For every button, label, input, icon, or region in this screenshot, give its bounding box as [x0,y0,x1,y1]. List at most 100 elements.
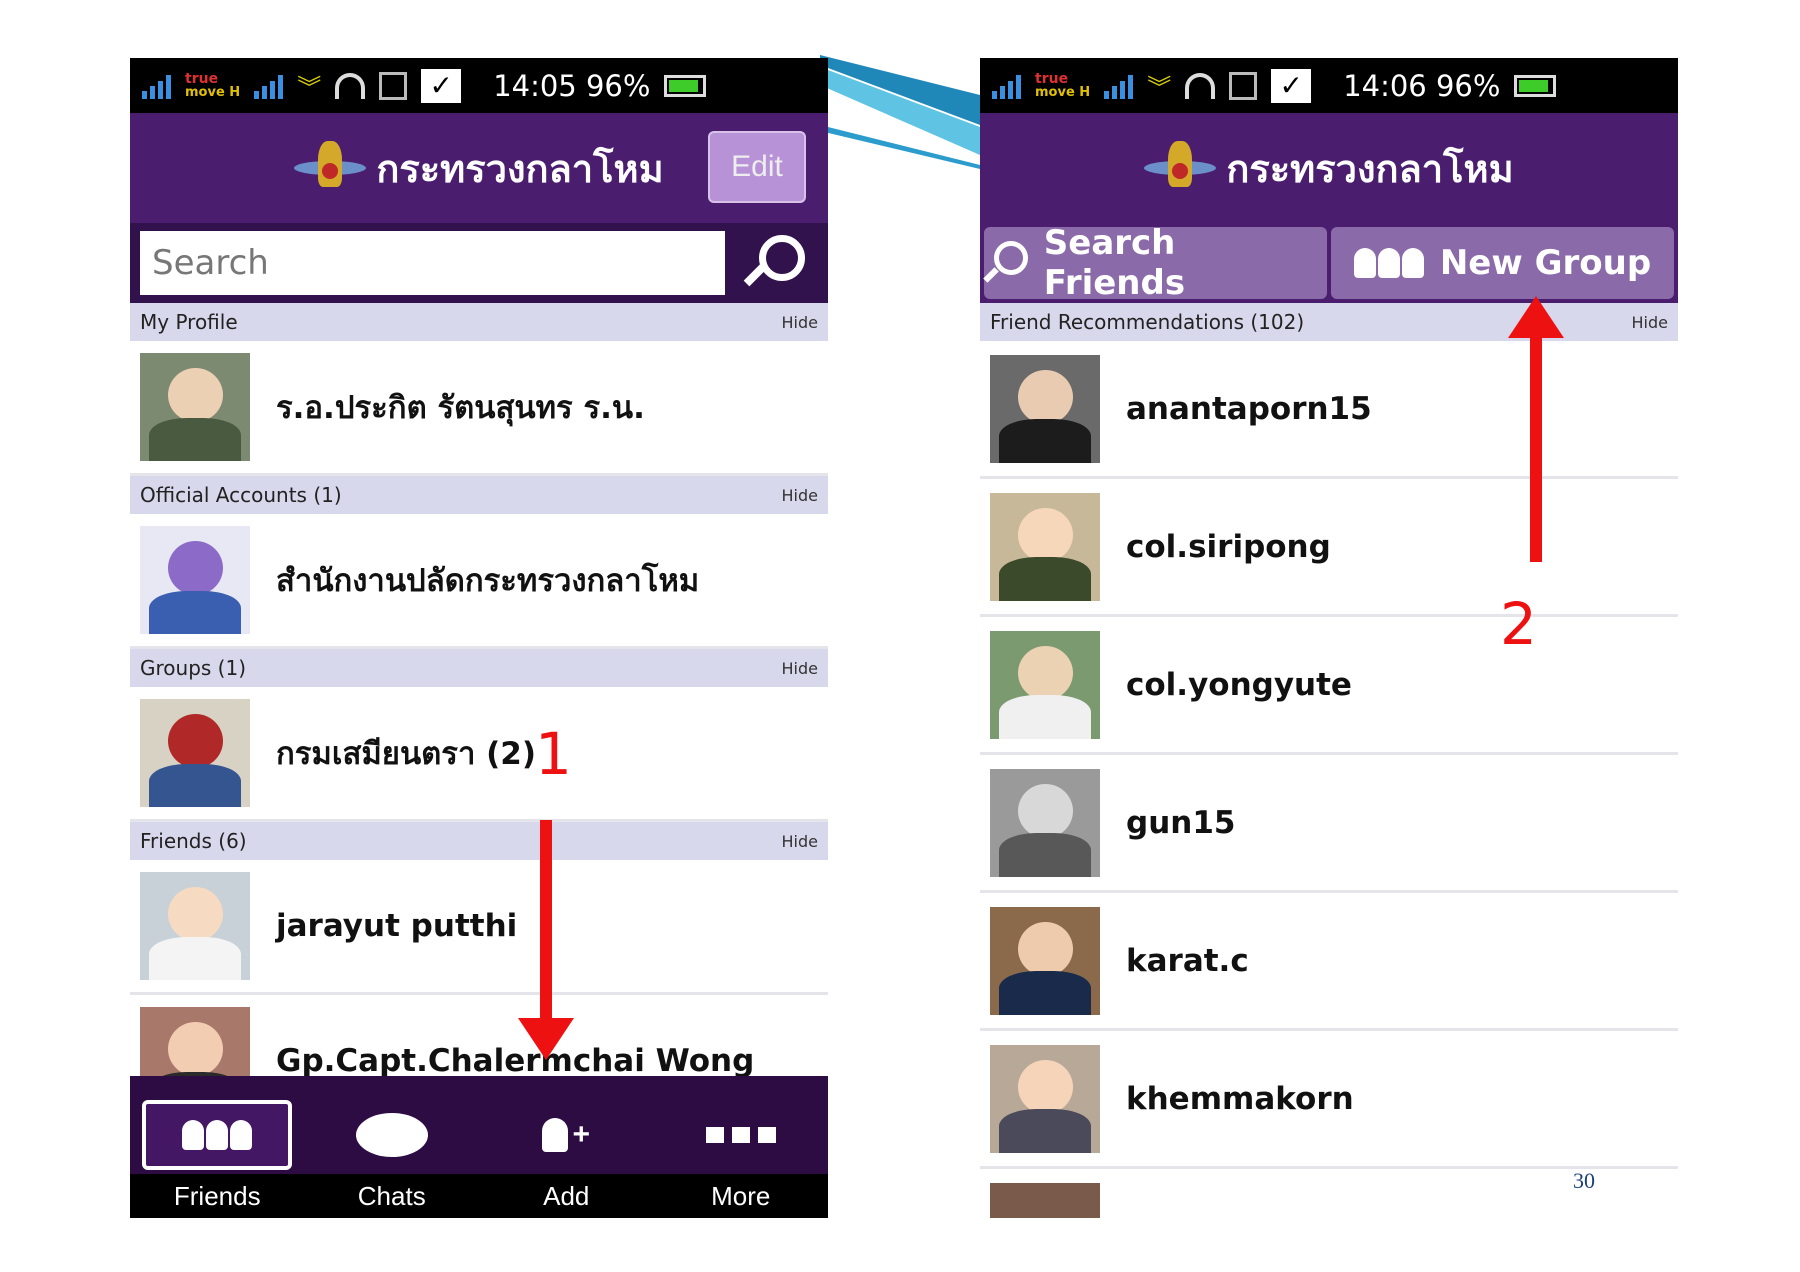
clock: 14:05 96% [493,69,650,103]
avatar [140,353,250,461]
friends-icon [142,1100,293,1170]
profile-name: ร.อ.ประกิต รัตนสุนทร ร.น. [276,390,645,426]
nav-label: Add [479,1174,654,1218]
hide-toggle[interactable]: Hide [782,313,818,332]
chat-bubble-icon [317,1100,467,1170]
official-account-row[interactable]: สำนักงานปลัดกระทรวงกลาโหม [130,514,828,649]
search-friends-label: Search Friends [1043,223,1186,303]
new-group-button[interactable]: New Group [1331,227,1674,299]
official-account-name: สำนักงานปลัดกระทรวงกลาโหม [276,563,700,599]
battery-percent: 96% [1435,68,1501,103]
page-number: 30 [1573,1168,1595,1193]
annotation-arrow-down [540,820,552,1020]
nav-chats[interactable]: Chats [304,1076,479,1218]
friend-name: gun15 [1126,804,1236,841]
bird-app-icon: ︾ [297,74,322,102]
battery-icon [664,74,707,97]
section-label: Official Accounts (1) [140,483,342,507]
time-value: 14:05 [493,68,577,103]
phone-screen-add-friends: true move H ︾ ✓ 14:06 96% กระทรวงกลาโหม S… [980,58,1678,1218]
header-title: กระทรวงกลาโหม [1226,148,1514,191]
friend-name: Gp.Capt.Chalermchai Wong [276,1043,755,1079]
section-label: Groups (1) [140,656,246,680]
gallery-icon [379,71,408,100]
hide-toggle[interactable]: Hide [782,832,818,851]
group-row[interactable]: กรมเสมียนตรา (2) [130,687,828,822]
annotation-arrowhead-down [518,1018,574,1060]
group-icon [1353,248,1424,278]
status-bar: true move H ︾ ✓ 14:05 96% [130,58,828,113]
search-icon [983,241,1028,285]
battery-icon [1514,74,1557,97]
ministry-logo: กระทรวงกลาโหม [294,133,664,203]
avatar [990,768,1100,877]
wifi-icon [1185,72,1216,99]
friend-name: anantaporn15 [1126,390,1372,427]
ministry-emblem-avatar [140,526,250,634]
section-my-profile: My Profile Hide [130,303,828,341]
signal-icon [992,73,1021,99]
ministry-logo: กระทรวงกลาโหม [1144,133,1514,203]
friend-name: jarayut putthi [276,908,518,944]
ministry-emblem-icon [1144,133,1217,203]
carrier-logo: true move H [185,72,241,100]
annotation-arrowhead-up [1508,296,1564,338]
hide-toggle[interactable]: Hide [782,659,818,678]
recommendation-row[interactable]: col.yongyute [980,617,1678,755]
section-groups: Groups (1) Hide [130,649,828,687]
group-emblem-avatar [140,699,250,807]
phone-screen-friends: true move H ︾ ✓ 14:05 96% กระทรวงกลาโหม E… [130,58,828,1218]
friend-name: col.yongyute [1126,666,1352,703]
recommendation-row[interactable]: khemmakorn [980,1031,1678,1169]
search-icon[interactable] [743,233,807,293]
avatar [990,492,1100,601]
recommendation-row[interactable]: gun15 [980,755,1678,893]
edit-button[interactable]: Edit [708,131,806,203]
section-friend-recommendations: Friend Recommendations (102) Hide [980,303,1678,341]
section-official-accounts: Official Accounts (1) Hide [130,476,828,514]
clock: 14:06 96% [1343,69,1500,103]
recommendation-row[interactable]: anantaporn15 [980,341,1678,479]
nav-label: Friends [130,1174,305,1218]
section-label: My Profile [140,310,238,334]
nav-more[interactable]: More [653,1076,828,1218]
avatar [990,1044,1100,1153]
search-input[interactable] [140,231,725,295]
section-friends: Friends (6) Hide [130,822,828,860]
ministry-emblem-icon [294,133,367,203]
avatar [990,1182,1100,1218]
friend-row[interactable]: jarayut putthi [130,860,828,995]
carrier-sub: move H [185,84,241,100]
add-friend-tabs: Search Friends New Group [980,223,1678,303]
avatar [140,872,250,980]
add-friend-icon: + [491,1100,641,1170]
wifi-icon [335,72,366,99]
time-value: 14:06 [1343,68,1427,103]
friend-name: karat.c [1126,942,1249,979]
hide-toggle[interactable]: Hide [1632,313,1668,332]
nav-add[interactable]: + Add [479,1076,654,1218]
avatar [990,354,1100,463]
friend-name: khemmakorn [1126,1080,1354,1117]
new-group-label: New Group [1439,243,1652,283]
bottom-navigation: Friends Chats + Add More [130,1076,828,1218]
recommendation-row[interactable]: karat.c [980,893,1678,1031]
hide-toggle[interactable]: Hide [782,486,818,505]
search-bar [130,223,828,303]
signal-icon [254,73,284,99]
section-label: Friend Recommendations (102) [990,310,1305,334]
search-friends-button[interactable]: Search Friends [983,223,1327,303]
group-name: กรมเสมียนตรา (2) [276,736,537,772]
avatar [990,906,1100,1015]
check-icon: ✓ [1271,68,1312,103]
signal-icon [1104,73,1134,99]
carrier-sub: move H [1035,84,1091,100]
nav-label: Chats [304,1174,479,1218]
recommendation-row[interactable]: col.siripong [980,479,1678,617]
profile-row[interactable]: ร.อ.ประกิต รัตนสุนทร ร.น. [130,341,828,476]
friend-name: col.siripong [1126,528,1331,565]
nav-friends[interactable]: Friends [130,1076,305,1218]
app-header: กระทรวงกลาโหม [980,113,1678,223]
check-icon: ✓ [421,68,462,103]
section-label: Friends (6) [140,829,247,853]
